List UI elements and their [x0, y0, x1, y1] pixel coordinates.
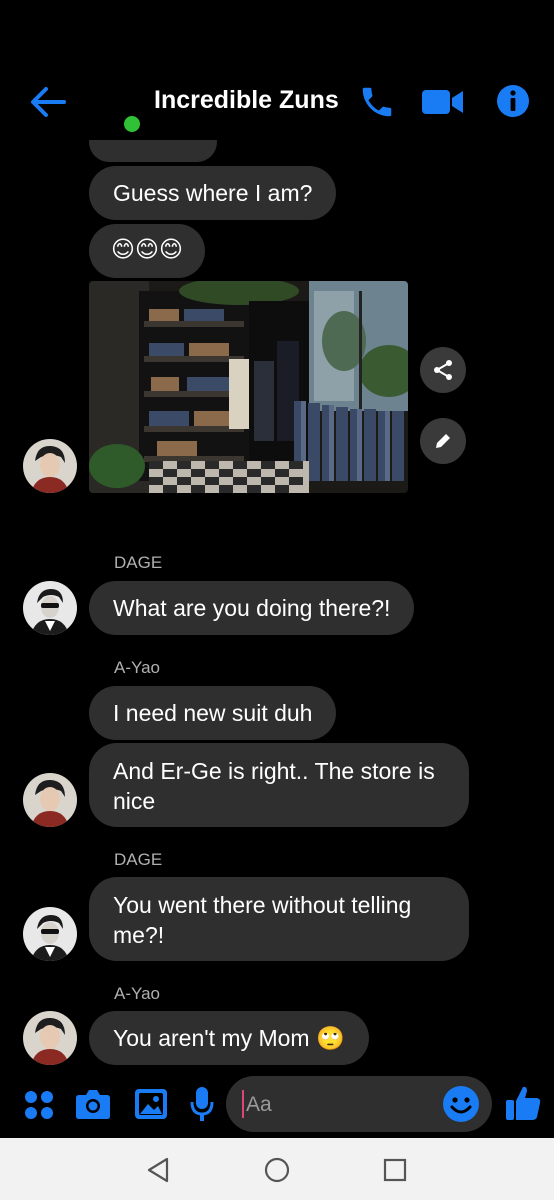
- message-input-container[interactable]: [226, 1076, 492, 1132]
- recents-square-icon[interactable]: [383, 1158, 407, 1182]
- store-photo[interactable]: [89, 281, 408, 493]
- message-bubble[interactable]: Guess where I am?: [89, 166, 337, 220]
- edit-button[interactable]: [420, 418, 466, 464]
- conversation-header: Incredible Zuns: [0, 70, 554, 140]
- camera-icon[interactable]: [75, 1088, 111, 1120]
- microphone-icon[interactable]: [190, 1086, 214, 1122]
- message-bubble[interactable]: And Er-Ge is right.. The store is nice: [89, 743, 469, 827]
- sender-name-dage: DAGE: [114, 553, 163, 572]
- back-arrow-icon[interactable]: [28, 84, 68, 120]
- info-icon[interactable]: [496, 84, 530, 118]
- message-bubble[interactable]: You aren't my Mom 🙄: [89, 1011, 369, 1065]
- back-triangle-icon[interactable]: [146, 1157, 170, 1183]
- message-bubble-partial: [89, 140, 217, 162]
- gallery-icon[interactable]: [134, 1088, 168, 1120]
- phone-icon[interactable]: [358, 82, 396, 122]
- pencil-icon: [436, 434, 450, 448]
- conversation-title[interactable]: Incredible Zuns: [154, 86, 339, 115]
- home-circle-icon[interactable]: [264, 1157, 290, 1183]
- share-button[interactable]: [420, 347, 466, 393]
- avatar-ayao[interactable]: [23, 439, 77, 493]
- message-input[interactable]: [244, 1090, 438, 1120]
- share-icon: [434, 360, 452, 380]
- video-camera-icon[interactable]: [422, 88, 464, 116]
- emoji-message-bubble[interactable]: 😊😊😊: [89, 224, 205, 278]
- message-bubble[interactable]: I need new suit duh: [89, 686, 337, 740]
- message-bubble[interactable]: You went there without telling me?!: [89, 877, 469, 961]
- message-bubble[interactable]: What are you doing there?!: [89, 581, 415, 635]
- emoji-icon[interactable]: [442, 1085, 480, 1123]
- sender-name-ayao: A-Yao: [114, 984, 160, 1003]
- system-navigation-bar: [0, 1138, 554, 1200]
- sender-name-ayao: A-Yao: [114, 658, 160, 677]
- avatar-dage[interactable]: [23, 907, 77, 961]
- avatar-ayao[interactable]: [23, 773, 77, 827]
- sender-name-dage: DAGE: [114, 850, 163, 869]
- online-status-dot: [122, 114, 142, 134]
- avatar-dage[interactable]: [23, 581, 77, 635]
- menu-dots-icon[interactable]: [24, 1090, 54, 1120]
- avatar-ayao[interactable]: [23, 1011, 77, 1065]
- message-composer: [0, 1076, 554, 1136]
- thumbs-up-icon[interactable]: [504, 1084, 542, 1122]
